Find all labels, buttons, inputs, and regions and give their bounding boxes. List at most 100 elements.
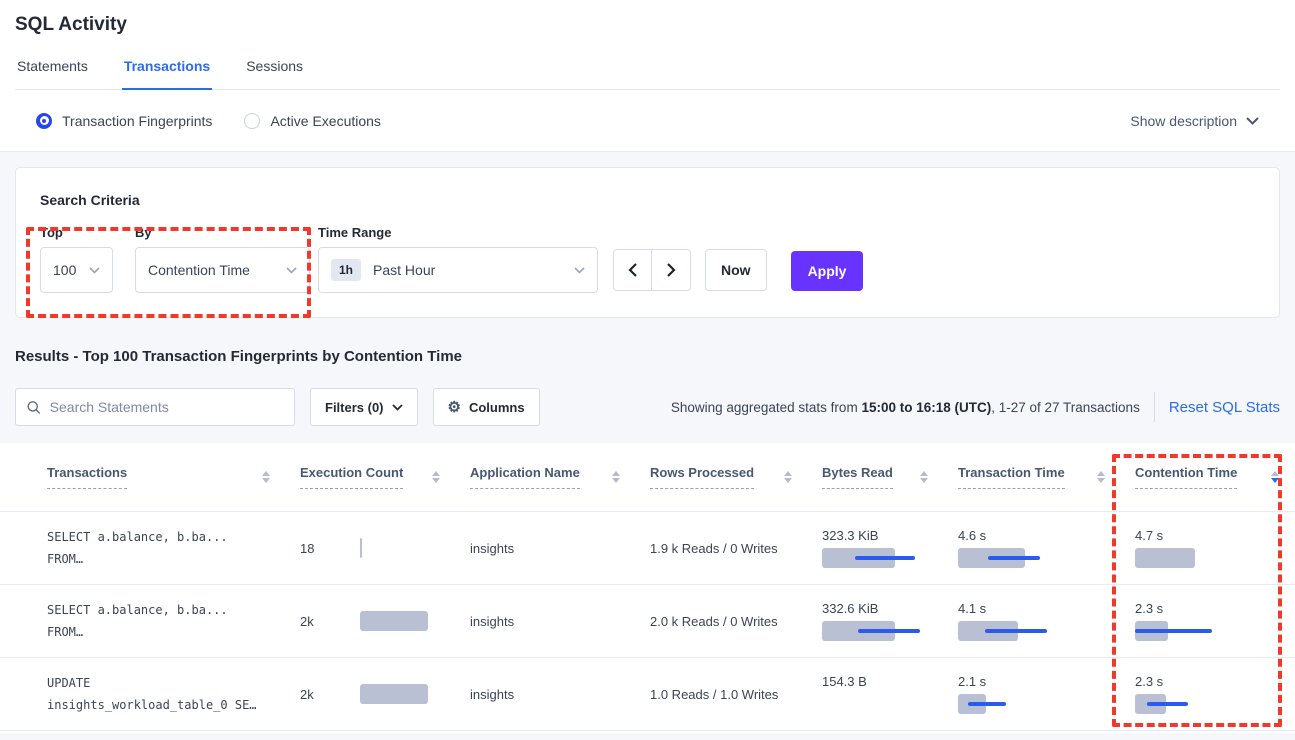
apply-button[interactable]: Apply bbox=[791, 251, 864, 291]
column-header-contention-time[interactable]: Contention Time bbox=[1135, 465, 1295, 489]
transaction-time-stddev-line bbox=[968, 702, 1006, 706]
chevron-down-icon bbox=[392, 404, 403, 411]
time-range-control: Time Range 1h Past Hour bbox=[318, 225, 598, 293]
sort-desc-icon bbox=[1271, 471, 1279, 483]
view-toggle-bar: Transaction Fingerprints Active Executio… bbox=[0, 90, 1295, 152]
top-select[interactable]: 100 bbox=[40, 247, 113, 293]
radio-transaction-fingerprints[interactable]: Transaction Fingerprints bbox=[36, 113, 212, 129]
now-button[interactable]: Now bbox=[705, 249, 767, 291]
transaction-time-cell: 4.6 s bbox=[958, 528, 1135, 568]
transactions-table: Transactions Execution Count Application… bbox=[0, 443, 1295, 733]
execution-count-bar bbox=[360, 538, 362, 558]
execution-count-cell: 18 bbox=[300, 538, 470, 558]
toolbar-divider bbox=[1154, 392, 1155, 422]
execution-count-bar bbox=[360, 611, 428, 631]
column-header-execution-count[interactable]: Execution Count bbox=[300, 465, 470, 489]
transaction-fingerprint-link[interactable]: SELECT a.balance, b.ba... FROM… bbox=[47, 599, 300, 643]
by-label: By bbox=[135, 225, 310, 240]
time-range-label: Time Range bbox=[318, 225, 598, 240]
execution-count-cell: 2k bbox=[300, 611, 470, 631]
reset-sql-stats-link[interactable]: Reset SQL Stats bbox=[1169, 399, 1280, 416]
by-select[interactable]: Contention Time bbox=[135, 247, 310, 293]
next-time-button[interactable] bbox=[652, 250, 690, 290]
contention-time-cell: 4.7 s bbox=[1135, 528, 1295, 568]
chevron-down-icon bbox=[574, 267, 585, 274]
bytes-read-stddev-line bbox=[855, 556, 915, 560]
results-heading: Results - Top 100 Transaction Fingerprin… bbox=[15, 348, 1280, 365]
rows-processed-cell: 2.0 k Reads / 0 Writes bbox=[650, 614, 822, 629]
time-range-badge: 1h bbox=[331, 259, 361, 281]
top-label: Top bbox=[40, 225, 135, 240]
tab-transactions[interactable]: Transactions bbox=[122, 58, 212, 90]
gear-icon: ⚙ bbox=[448, 400, 461, 415]
chevron-left-icon bbox=[628, 263, 637, 277]
contention-time-cell: 2.3 s bbox=[1135, 601, 1295, 641]
rows-processed-cell: 1.9 k Reads / 0 Writes bbox=[650, 541, 822, 556]
page-header: SQL Activity Statements Transactions Ses… bbox=[0, 0, 1295, 90]
top-control: Top 100 bbox=[40, 225, 135, 293]
time-nav-group bbox=[613, 249, 691, 291]
show-description-label: Show description bbox=[1130, 113, 1237, 129]
search-criteria-card: Search Criteria Top 100 By Contention Ti… bbox=[15, 167, 1280, 318]
search-statements-box bbox=[15, 388, 295, 426]
top-select-value: 100 bbox=[53, 262, 76, 278]
transaction-fingerprint-link[interactable]: SELECT a.balance, b.ba... FROM… bbox=[47, 526, 300, 570]
chevron-right-icon bbox=[667, 263, 676, 277]
by-select-value: Contention Time bbox=[148, 262, 250, 278]
execution-count-bar bbox=[360, 684, 428, 704]
tab-sessions[interactable]: Sessions bbox=[244, 58, 305, 89]
contention-time-stddev-line bbox=[1147, 702, 1188, 706]
radio-label: Active Executions bbox=[270, 113, 381, 129]
column-header-bytes-read[interactable]: Bytes Read bbox=[822, 465, 958, 489]
transaction-time-cell: 4.1 s bbox=[958, 601, 1135, 641]
radio-active-executions[interactable]: Active Executions bbox=[244, 113, 381, 129]
bytes-read-cell: 323.3 KiB bbox=[822, 528, 958, 568]
page-title: SQL Activity bbox=[15, 14, 1280, 36]
bytes-read-cell: 154.3 B bbox=[822, 674, 958, 714]
time-range-select[interactable]: 1h Past Hour bbox=[318, 247, 598, 293]
table-row: SELECT a.balance, b.ba... FROM… 18 insig… bbox=[0, 512, 1295, 585]
transaction-time-stddev-line bbox=[985, 629, 1047, 633]
sort-icon bbox=[784, 471, 792, 483]
tab-bar: Statements Transactions Sessions bbox=[15, 58, 1280, 90]
table-row: UPDATE insights_workload_table_0 SE… 2k … bbox=[0, 658, 1295, 731]
show-description-toggle[interactable]: Show description bbox=[1130, 113, 1259, 129]
sort-icon bbox=[1097, 471, 1105, 483]
tab-statements[interactable]: Statements bbox=[15, 58, 90, 89]
prev-time-button[interactable] bbox=[614, 250, 652, 290]
transaction-time-stddev-line bbox=[988, 556, 1040, 560]
bytes-read-stddev-line bbox=[858, 629, 920, 633]
by-control: By Contention Time bbox=[135, 225, 310, 293]
sql-activity-page: SQL Activity Statements Transactions Ses… bbox=[0, 0, 1295, 740]
search-statements-input[interactable] bbox=[50, 399, 283, 415]
results-toolbar: Filters (0) ⚙ Columns Showing aggregated… bbox=[15, 388, 1280, 426]
column-header-transactions[interactable]: Transactions bbox=[47, 465, 300, 489]
transaction-time-cell: 2.1 s bbox=[958, 674, 1135, 714]
contention-time-stddev-line bbox=[1135, 629, 1212, 633]
chevron-down-icon bbox=[1246, 117, 1259, 125]
columns-button[interactable]: ⚙ Columns bbox=[433, 388, 540, 426]
contention-time-cell: 2.3 s bbox=[1135, 674, 1295, 714]
transaction-fingerprint-link[interactable]: UPDATE insights_workload_table_0 SE… bbox=[47, 672, 300, 716]
filters-button[interactable]: Filters (0) bbox=[310, 388, 418, 426]
time-range-value: Past Hour bbox=[373, 262, 435, 278]
filters-button-label: Filters (0) bbox=[325, 400, 384, 415]
application-name-cell: insights bbox=[470, 541, 650, 556]
contention-time-bar bbox=[1135, 548, 1195, 568]
search-criteria-heading: Search Criteria bbox=[40, 192, 1255, 208]
radio-label: Transaction Fingerprints bbox=[62, 113, 212, 129]
column-header-rows-processed[interactable]: Rows Processed bbox=[650, 465, 822, 489]
sort-icon bbox=[262, 471, 270, 483]
rows-processed-cell: 1.0 Reads / 1.0 Writes bbox=[650, 687, 822, 702]
chevron-down-icon bbox=[89, 267, 100, 274]
stats-time-range: 15:00 to 16:18 (UTC) bbox=[861, 400, 991, 415]
columns-button-label: Columns bbox=[469, 400, 525, 415]
sort-icon bbox=[432, 471, 440, 483]
aggregated-stats-text: Showing aggregated stats from 15:00 to 1… bbox=[671, 400, 1140, 415]
bytes-read-cell: 332.6 KiB bbox=[822, 601, 958, 641]
search-criteria-controls: Top 100 By Contention Time Time Range 1h… bbox=[40, 225, 1255, 293]
application-name-cell: insights bbox=[470, 687, 650, 702]
column-header-application-name[interactable]: Application Name bbox=[470, 465, 650, 489]
sort-icon bbox=[920, 471, 928, 483]
column-header-transaction-time[interactable]: Transaction Time bbox=[958, 465, 1135, 489]
